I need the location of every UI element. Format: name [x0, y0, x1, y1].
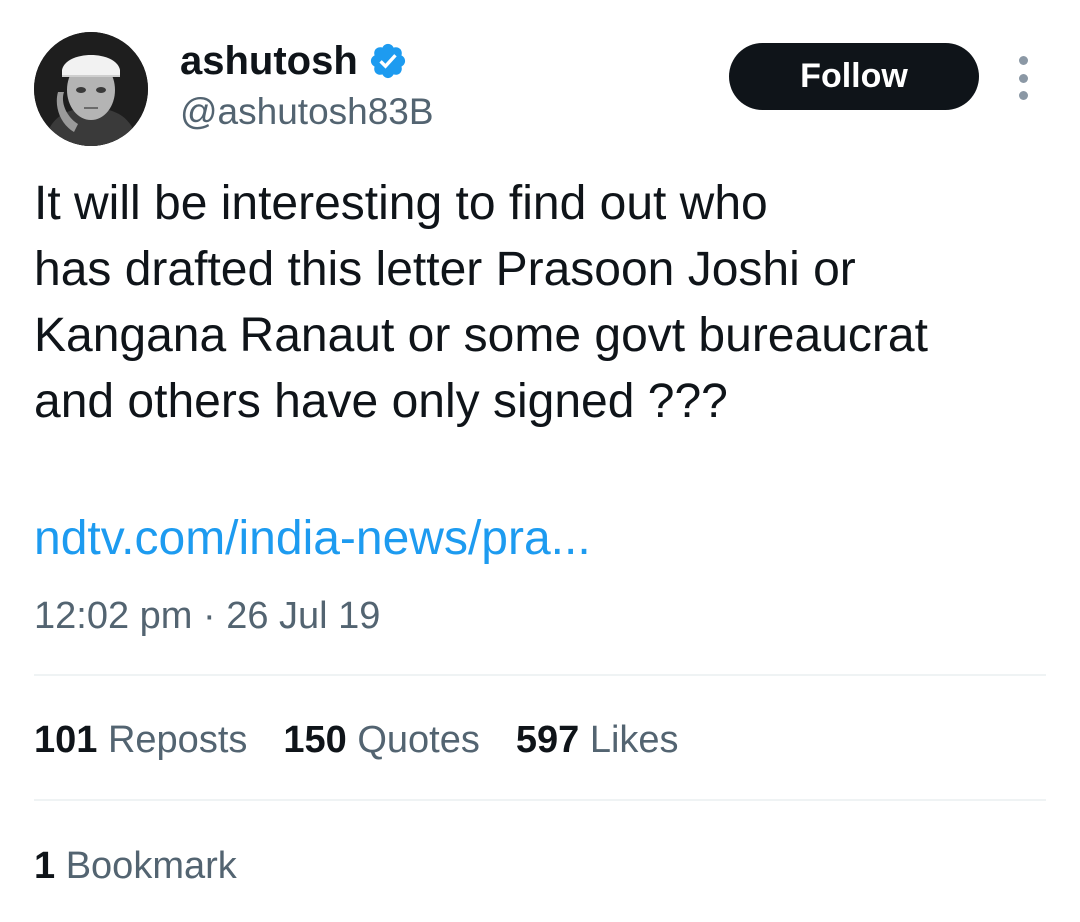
tweet-text: It will be interesting to find out who h…: [34, 171, 1044, 435]
likes-count: 597: [515, 719, 580, 761]
follow-button[interactable]: Follow: [729, 43, 979, 110]
reposts-stat[interactable]: 101 Reposts: [34, 714, 247, 766]
tweet-text-line: and others have only signed ???: [34, 375, 728, 428]
profile-photo-icon: [34, 32, 148, 146]
reposts-count: 101: [34, 719, 98, 761]
tweet-text-line: It will be interesting to find out who: [34, 177, 768, 230]
avatar[interactable]: [34, 32, 148, 146]
divider: [34, 674, 1046, 676]
verified-badge-icon: [370, 43, 405, 79]
quotes-count: 150: [283, 719, 347, 761]
likes-stat[interactable]: 597 Likes: [516, 714, 679, 766]
divider: [34, 799, 1046, 801]
bookmarks-label: Bookmark: [65, 845, 237, 887]
quotes-stat[interactable]: 150 Quotes: [283, 714, 480, 766]
author-display-name[interactable]: ashutosh: [180, 38, 358, 84]
author-handle[interactable]: @ashutosh83B: [180, 90, 434, 134]
reposts-label: Reposts: [107, 719, 248, 761]
tweet-link[interactable]: ndtv.com/india-news/pra...: [34, 509, 591, 569]
tweet-timestamp[interactable]: 12:02 pm · 26 Jul 19: [34, 592, 380, 640]
author-name[interactable]: ashutosh: [180, 38, 408, 84]
engagement-stats: 101 Reposts 150 Quotes 597 Likes: [34, 714, 679, 766]
more-options-icon[interactable]: [1008, 56, 1038, 100]
tweet-text-line: Kangana Ranaut or some govt bureaucrat: [34, 309, 928, 362]
tweet-text-line: has drafted this letter Prasoon Joshi or: [34, 243, 856, 296]
likes-label: Likes: [589, 719, 679, 761]
bookmarks-count: 1: [34, 845, 56, 887]
bookmarks-stat[interactable]: 1 Bookmark: [34, 840, 237, 892]
quotes-label: Quotes: [357, 719, 480, 761]
